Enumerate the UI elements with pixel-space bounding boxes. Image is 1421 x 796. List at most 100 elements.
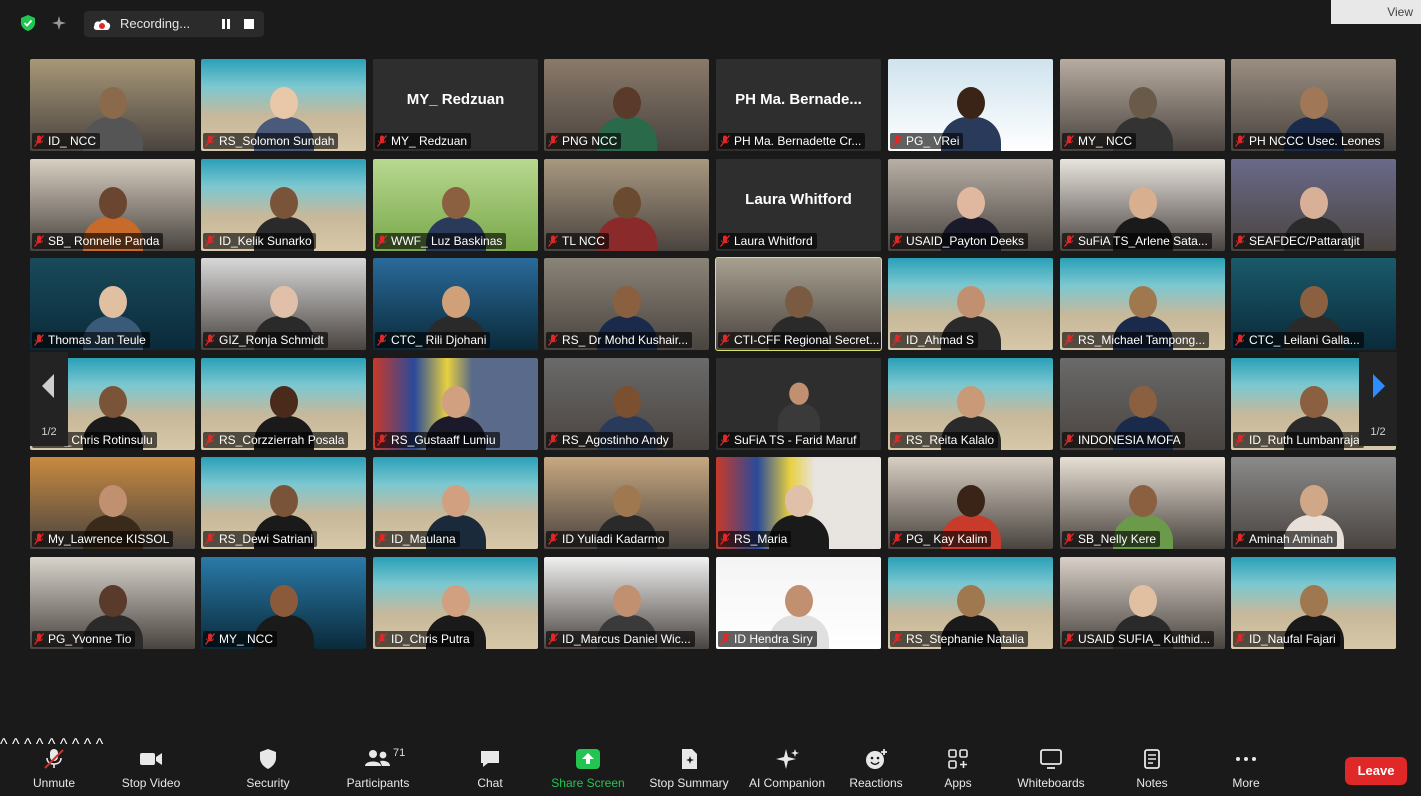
- participant-video-tile[interactable]: CTC_ Leilani Galla...: [1231, 258, 1396, 350]
- participant-video-tile[interactable]: RS_Maria: [716, 457, 881, 549]
- participant-video-tile[interactable]: Thomas Jan Teule: [30, 258, 195, 350]
- participant-video-tile[interactable]: WWF_ Luz Baskinas: [373, 159, 538, 251]
- participant-video-tile[interactable]: GIZ_Ronja Schmidt: [201, 258, 366, 350]
- participant-video-tile[interactable]: RS_Corzzierrah Posala: [201, 358, 366, 450]
- muted-microphone-icon: [1064, 135, 1074, 147]
- participant-video-tile[interactable]: RS_ Dr Mohd Kushair...: [544, 258, 709, 350]
- participant-video-tile[interactable]: Aminah Aminah: [1231, 457, 1396, 549]
- unmute-button[interactable]: Unmute: [28, 748, 80, 794]
- participant-video-tile[interactable]: SB_Nelly Kere: [1060, 457, 1225, 549]
- participant-video-tile[interactable]: My_Lawrence KISSOL: [30, 457, 195, 549]
- participant-video-tile[interactable]: MY_ NCC: [201, 557, 366, 649]
- notes-label: Notes: [1136, 776, 1168, 790]
- video-options-caret-icon[interactable]: ^: [12, 736, 20, 753]
- participant-video-tile[interactable]: MY_ Redzuan MY_ Redzuan: [373, 59, 538, 151]
- participant-name-label: TL NCC: [546, 233, 609, 249]
- participant-video-tile[interactable]: PG_ Kay Kalim: [888, 457, 1053, 549]
- participant-display-name: PH Ma. Bernade...: [735, 91, 862, 108]
- participant-body: [777, 403, 820, 436]
- audio-options-caret-icon[interactable]: ^: [0, 736, 8, 753]
- participant-name-label: RS_Maria: [718, 531, 792, 547]
- participant-name-label: ID_Chris Putra: [375, 631, 474, 647]
- muted-microphone-icon: [548, 135, 558, 147]
- participant-video-tile[interactable]: INDONESIA MOFA: [1060, 358, 1225, 450]
- recording-label: Recording...: [120, 16, 191, 31]
- participant-video-tile[interactable]: ID_Marcus Daniel Wic...: [544, 557, 709, 649]
- apps-button[interactable]: Apps: [936, 748, 980, 794]
- participant-video-tile[interactable]: PH Ma. Bernade... PH Ma. Bernadette Cr...: [716, 59, 881, 151]
- stop-summary-button[interactable]: Stop Summary: [645, 748, 733, 794]
- chat-button[interactable]: Chat: [470, 748, 510, 794]
- participant-video-tile[interactable]: USAID_Payton Deeks: [888, 159, 1053, 251]
- reactions-button[interactable]: Reactions: [846, 748, 906, 794]
- participant-name-label: CTI-CFF Regional Secret...: [718, 332, 881, 348]
- participant-video-tile[interactable]: ID_Maulana: [373, 457, 538, 549]
- participant-head: [98, 87, 127, 119]
- participant-video-tile[interactable]: MY_ NCC: [1060, 59, 1225, 151]
- muted-microphone-icon: [34, 334, 44, 346]
- stop-recording-icon[interactable]: [244, 19, 254, 29]
- participant-video-tile[interactable]: RS_Reita Kalalo: [888, 358, 1053, 450]
- ai-companion-button[interactable]: AI Companion: [744, 748, 830, 794]
- participant-video-tile[interactable]: SEAFDEC/Pattaratjit: [1231, 159, 1396, 251]
- video-camera-icon: [140, 753, 162, 765]
- participant-video-tile[interactable]: Laura Whitford Laura Whitford: [716, 159, 881, 251]
- participant-video-tile[interactable]: RS_Stephanie Natalia: [888, 557, 1053, 649]
- notes-options-caret-icon[interactable]: ^: [96, 736, 104, 753]
- participant-video-tile[interactable]: ID Yuliadi Kadarmo: [544, 457, 709, 549]
- participant-video-tile[interactable]: ID_Ahmad S: [888, 258, 1053, 350]
- participant-video-tile[interactable]: PNG NCC: [544, 59, 709, 151]
- participant-video-tile[interactable]: TL NCC: [544, 159, 709, 251]
- security-shield-icon[interactable]: [19, 14, 37, 32]
- whiteboards-options-caret-icon[interactable]: ^: [84, 736, 92, 753]
- participant-video-tile[interactable]: PG_ VRei: [888, 59, 1053, 151]
- participant-video-tile[interactable]: RS_Agostinho Andy: [544, 358, 709, 450]
- participant-video-tile[interactable]: ID_Chris Putra: [373, 557, 538, 649]
- participant-video-tile[interactable]: PH NCCC Usec. Leones: [1231, 59, 1396, 151]
- participant-video-tile[interactable]: ID_ NCC: [30, 59, 195, 151]
- participant-name-label: Thomas Jan Teule: [32, 332, 150, 348]
- participant-video-tile[interactable]: SuFiA TS - Farid Maruf: [716, 358, 881, 450]
- participant-video-tile[interactable]: CTC_ Rili Djohani: [373, 258, 538, 350]
- participant-name-label: ID_Kelik Sunarko: [203, 233, 316, 249]
- ai-sparkle-icon[interactable]: [50, 14, 68, 32]
- participant-name-label: GIZ_Ronja Schmidt: [203, 332, 328, 348]
- participant-video-tile[interactable]: USAID SUFIA_ Kulthid...: [1060, 557, 1225, 649]
- apps-grid-icon: [948, 749, 968, 769]
- participant-video-tile[interactable]: RS_Solomon Sundah: [201, 59, 366, 151]
- participant-video-tile[interactable]: SB_ Ronnelle Panda: [30, 159, 195, 251]
- pause-recording-icon[interactable]: [220, 18, 232, 30]
- recording-indicator[interactable]: Recording...: [84, 11, 264, 37]
- participants-button[interactable]: Participants: [338, 748, 418, 794]
- view-button[interactable]: View: [1331, 0, 1421, 24]
- participant-video-tile[interactable]: ID_Naufal Fajari: [1231, 557, 1396, 649]
- participant-name-label: USAID SUFIA_ Kulthid...: [1062, 631, 1215, 647]
- participant-name-label: ID_Marcus Daniel Wic...: [546, 631, 695, 647]
- participant-video-tile[interactable]: ID Hendra Siry: [716, 557, 881, 649]
- participant-video-tile[interactable]: RS_Dewi Satriani: [201, 457, 366, 549]
- share-screen-button[interactable]: Share Screen: [548, 748, 628, 794]
- leave-button[interactable]: Leave: [1345, 757, 1407, 785]
- chevron-right-icon: [1373, 374, 1385, 398]
- muted-microphone-icon: [892, 533, 902, 545]
- notes-button[interactable]: Notes: [1130, 748, 1174, 794]
- next-page-button[interactable]: 1/2: [1359, 352, 1397, 446]
- participant-video-tile[interactable]: SuFiA TS_Arlene Sata...: [1060, 159, 1225, 251]
- whiteboards-button[interactable]: Whiteboards: [1012, 748, 1090, 794]
- participant-head: [1128, 386, 1157, 418]
- participant-video-tile[interactable]: RS_Michael Tampong...: [1060, 258, 1225, 350]
- participant-video-tile[interactable]: ID_Kelik Sunarko: [201, 159, 366, 251]
- participant-head: [956, 585, 985, 617]
- more-button[interactable]: More: [1226, 748, 1266, 794]
- participant-head: [441, 187, 470, 219]
- participant-video-tile[interactable]: PG_Yvonne Tio: [30, 557, 195, 649]
- stop-video-button[interactable]: Stop Video: [116, 748, 186, 794]
- participant-video-tile[interactable]: CTI-CFF Regional Secret...: [715, 257, 882, 351]
- previous-page-button[interactable]: 1/2: [30, 352, 68, 446]
- participant-head: [1128, 286, 1157, 318]
- participant-name: ID_Maulana: [391, 532, 456, 546]
- security-button[interactable]: Security: [240, 748, 296, 794]
- muted-microphone-icon: [548, 235, 558, 247]
- participant-head: [441, 286, 470, 318]
- participant-video-tile[interactable]: RS_Gustaaff Lumiu: [373, 358, 538, 450]
